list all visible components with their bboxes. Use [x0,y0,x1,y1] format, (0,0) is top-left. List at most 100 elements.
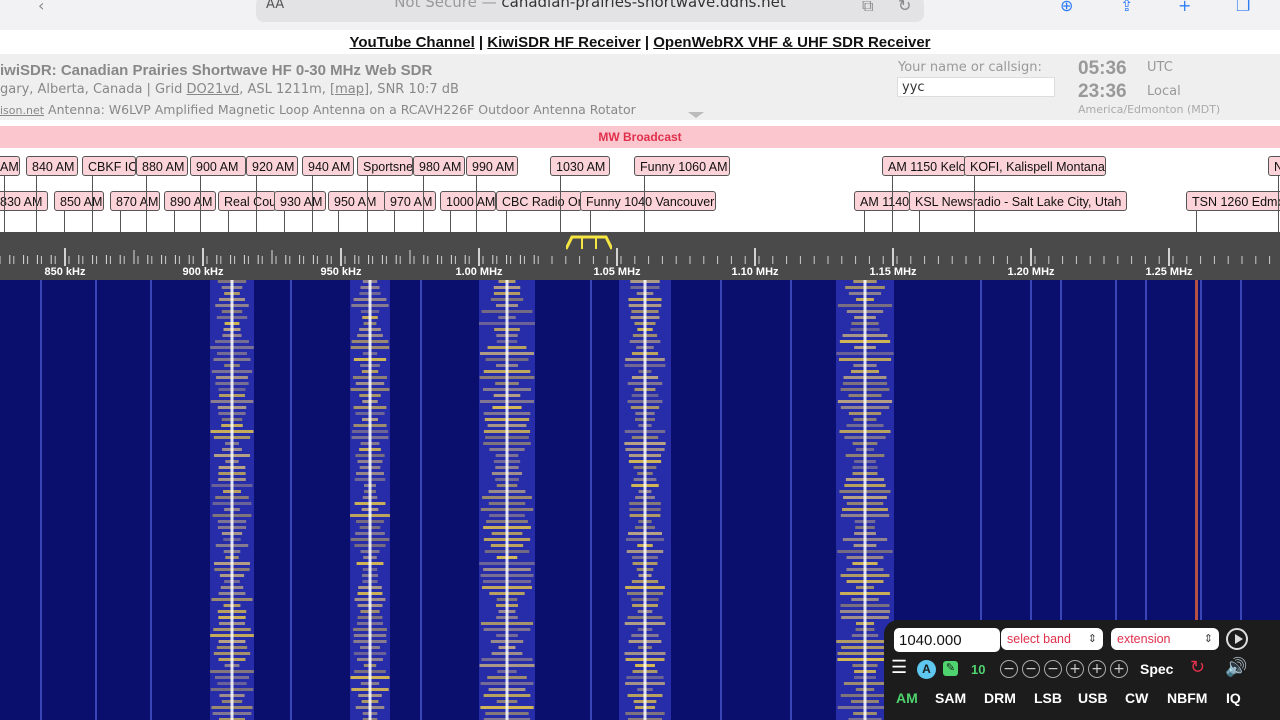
mode-nbfm[interactable]: NBFM [1167,690,1207,706]
waterfall-carrier [95,280,97,720]
station-label[interactable]: AM 1150 Kelo [882,156,966,176]
zoom-out-icon[interactable]: − [1044,660,1062,678]
zoom-in-icon[interactable]: + [1110,660,1128,678]
step-value[interactable]: 10 [971,662,985,677]
record-icon[interactable]: ↻ [1190,657,1205,678]
url-text: Not Secure — canadian-prairies-shortwave… [256,0,924,11]
station-label[interactable]: 1030 AM [550,156,610,176]
waterfall-carrier [150,280,152,720]
mode-iq[interactable]: IQ [1226,690,1241,706]
station-label[interactable]: AM 1140 [854,191,910,211]
station-label[interactable]: N [1268,156,1280,176]
band-select-label: select band [1007,632,1071,646]
scale-label: 950 kHz [320,266,362,278]
kiwisdr-link[interactable]: KiwiSDR HF Receiver [487,34,640,51]
utc-label: UTC [1147,60,1173,75]
station-label[interactable]: Sportsne [357,156,413,176]
station-marker-line [590,211,591,232]
station-marker-line [394,211,395,232]
station-label[interactable]: 840 AM [26,156,78,176]
station-label[interactable]: 990 AM [466,156,518,176]
station-marker-line [560,176,561,232]
station-label[interactable]: 980 AM [413,156,465,176]
scale-label: 1.20 MHz [1007,266,1055,278]
reload-icon[interactable]: ↻ [898,0,911,15]
back-icon[interactable]: ‹ [38,0,44,15]
frequency-scale[interactable]: 850 kHz 900 kHz 950 kHz 1.00 MHz 1.05 MHz 1.1… [0,232,1280,280]
station-label[interactable]: 970 AM [384,191,436,211]
station-label[interactable]: 950 AM [328,191,386,211]
edit-icon[interactable]: ✎ [943,661,958,676]
station-label[interactable]: 890 AM [164,191,216,211]
tabs-icon[interactable]: ❐ [1236,0,1250,15]
site-link[interactable]: ison.net [0,104,44,117]
share-icon[interactable]: ⇪ [1120,0,1133,15]
spec-button[interactable]: Spec [1140,661,1173,677]
station-label[interactable]: TSN 1260 Edmo [1186,191,1280,211]
station-marker-line [423,176,424,232]
collapse-grip-icon[interactable] [688,112,704,118]
station-marker-line [64,211,65,232]
zoom-out-icon[interactable]: − [1022,660,1040,678]
station-marker-line [644,176,645,232]
select-chevron-icon: ⇕ [1087,633,1097,645]
location-text: , ASL 1211m, [239,82,331,97]
band-select[interactable]: select band ⇕ [1001,628,1103,650]
zoom-in-icon[interactable]: + [1066,660,1084,678]
station-label[interactable]: 830 AM [0,191,48,211]
extension-select[interactable]: extension ⇕ [1111,628,1219,650]
station-label[interactable]: 1000 AM [440,191,496,211]
band-bar[interactable]: MW Broadcast [0,126,1280,148]
station-label[interactable]: 920 AM [246,156,298,176]
map-link[interactable]: [map] [330,82,369,97]
station-marker-line [312,176,313,232]
antenna-text: Antenna: W6LVP Amplified Magnetic Loop A… [48,102,636,117]
station-marker-line [228,211,229,232]
station-marker-line [476,176,477,232]
zoom-out-icon[interactable]: − [1000,660,1018,678]
select-chevron-icon: ⇕ [1203,633,1213,645]
frequency-input[interactable] [894,628,1000,652]
station-marker-line [864,211,865,232]
station-labels: 830 AM 850 AM 870 AM 890 AM Real Cou 930 AM 95… [0,148,1280,232]
station-label[interactable]: Funny 1040 Vancouver [580,191,716,211]
station-label[interactable]: 850 AM [54,191,104,211]
utc-time: 05:36 [1078,58,1127,79]
mode-am[interactable]: AM [896,690,918,706]
station-label[interactable]: AM [0,156,20,176]
zoom-in-icon[interactable]: + [1088,660,1106,678]
station-label[interactable]: Real Cou [218,191,276,211]
address-bar[interactable]: Not Secure — canadian-prairies-shortwave… [256,0,924,22]
mode-usb[interactable]: USB [1078,690,1108,706]
mode-cw[interactable]: CW [1125,690,1148,706]
mode-drm[interactable]: DRM [984,690,1016,706]
callsign-input[interactable] [897,77,1055,97]
station-label[interactable]: 870 AM [110,191,160,211]
openwebrx-link[interactable]: OpenWebRX VHF & UHF SDR Receiver [653,34,930,51]
station-label[interactable]: CBKF ICI [82,156,136,176]
play-button[interactable] [1226,628,1248,650]
station-label[interactable]: 930 AM [274,191,326,211]
station-label[interactable]: 940 AM [302,156,354,176]
text-size-button[interactable]: AA [266,0,284,12]
mode-sam[interactable]: SAM [935,690,966,706]
mode-lsb[interactable]: LSB [1034,690,1062,706]
youtube-link[interactable]: YouTube Channel [349,34,474,51]
grid-link[interactable]: DO21vd [186,82,239,97]
station-label[interactable]: Funny 1060 AM [634,156,730,176]
waterfall-carrier [863,280,867,720]
station-label[interactable]: 880 AM [136,156,188,176]
station-label[interactable]: 900 AM [190,156,246,176]
download-icon[interactable]: ⊕ [1060,0,1073,15]
receiver-title: iwiSDR: Canadian Prairies Shortwave HF 0… [0,62,433,79]
extension-icon[interactable]: ⧉ [862,0,873,16]
station-label[interactable]: CBC Radio On [496,191,582,211]
auto-agc-icon[interactable]: A [917,660,936,679]
local-label: Local [1147,84,1181,99]
new-tab-icon[interactable]: + [1178,0,1191,15]
station-label[interactable]: KSL Newsradio - Salt Lake City, Utah [909,191,1127,211]
speaker-icon[interactable]: 🔊 [1225,657,1247,678]
menu-icon[interactable]: ☰ [891,657,907,678]
passband-marker-icon[interactable] [566,234,612,250]
station-label[interactable]: KOFI, Kalispell Montana [964,156,1106,176]
